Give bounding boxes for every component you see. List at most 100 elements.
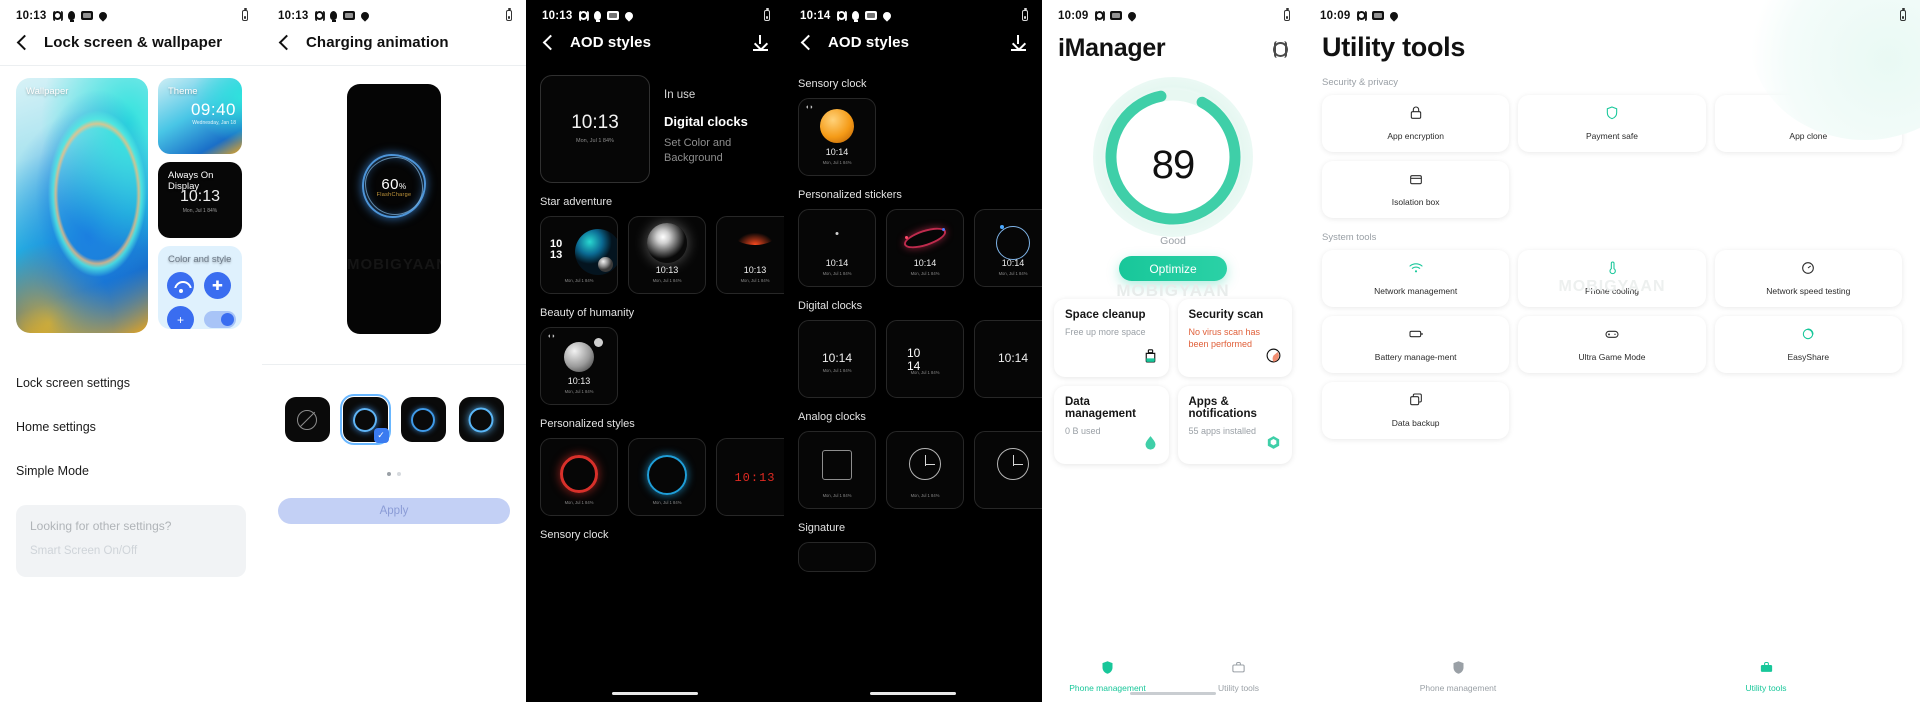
tool-label: Battery manage-ment bbox=[1374, 352, 1457, 363]
tool-ultra-game-mode[interactable]: Ultra Game Mode bbox=[1518, 316, 1706, 373]
sim-icon bbox=[607, 11, 620, 20]
row-home-settings[interactable]: Home settings bbox=[16, 405, 246, 449]
in-use-preview[interactable]: 10:13 Mon, Jul 1 84% bbox=[540, 75, 650, 183]
tile-date: Mon, Jul 1 84% bbox=[910, 370, 940, 375]
aod-tile[interactable]: Mon, Jul 1 84% bbox=[798, 431, 876, 509]
card-apps-notifications[interactable]: Apps & notifications 55 apps installed bbox=[1177, 386, 1292, 464]
bluetooth-icon[interactable]: ✚ bbox=[204, 272, 231, 299]
tool-easyshare[interactable]: EasyShare bbox=[1714, 316, 1902, 373]
card-data-management[interactable]: Data management 0 B used bbox=[1054, 386, 1169, 464]
card-subtitle: Free up more space bbox=[1065, 327, 1146, 337]
tool-payment-safe[interactable]: Payment safe bbox=[1518, 95, 1706, 152]
aod-tile[interactable]: 10:13 bbox=[716, 438, 784, 516]
aod-card[interactable]: Always On Display 10:13 Mon, Jul 1 84% bbox=[158, 162, 242, 238]
pin-icon bbox=[97, 9, 110, 22]
tool-network-speed-testing[interactable]: Network speed testing bbox=[1714, 250, 1902, 307]
back-icon[interactable] bbox=[278, 34, 295, 51]
status-bar: 10:13 bbox=[0, 0, 262, 24]
color-style-label: Color and style bbox=[168, 254, 232, 265]
search-suggestion[interactable]: Smart Screen On/Off bbox=[30, 545, 232, 557]
thumb-ripple-ring[interactable]: ✓ bbox=[339, 394, 391, 445]
back-icon[interactable] bbox=[542, 34, 559, 51]
plus-icon[interactable]: + bbox=[167, 306, 194, 329]
tab-utility-tools[interactable]: Utility tools bbox=[1173, 660, 1304, 693]
sim-icon bbox=[343, 11, 356, 20]
pin-icon bbox=[1126, 9, 1139, 22]
row-lock-screen-settings[interactable]: Lock screen settings bbox=[16, 361, 246, 405]
status-clock: 10:13 bbox=[16, 9, 47, 22]
search-suggestion-box[interactable]: Looking for other settings? Smart Screen… bbox=[16, 505, 246, 577]
tile-row: ◖◗ 10:14 Mon, Jul 1 84% bbox=[784, 98, 1042, 176]
aod-tile[interactable]: Mon, Jul 1 84% bbox=[886, 431, 964, 509]
in-use-description[interactable]: Set Color and Background bbox=[664, 136, 760, 166]
charge-percent: 60% bbox=[381, 176, 407, 193]
status-icons bbox=[1356, 9, 1401, 22]
aod-tile[interactable]: Mon, Jul 1 84% bbox=[628, 438, 706, 516]
tab-phone-management[interactable]: Phone management bbox=[1042, 660, 1173, 693]
card-security-scan[interactable]: Security scan No virus scan has been per… bbox=[1177, 299, 1292, 377]
page-dot[interactable] bbox=[387, 472, 391, 476]
sim-icon bbox=[865, 11, 878, 20]
back-icon[interactable] bbox=[16, 34, 33, 51]
wifi-icon[interactable] bbox=[167, 272, 194, 299]
tool-isolation-box[interactable]: Isolation box bbox=[1322, 161, 1510, 218]
thumb-circle-ring[interactable] bbox=[458, 397, 504, 442]
gear-icon[interactable] bbox=[1273, 41, 1288, 58]
aod-tile[interactable]: 10:14 Mon, Jul 1 84% bbox=[798, 209, 876, 287]
tool-label: App encryption bbox=[1387, 131, 1445, 142]
in-use-section: 10:13 Mon, Jul 1 84% In use Digital cloc… bbox=[526, 65, 784, 183]
card-space-cleanup[interactable]: Space cleanup Free up more space bbox=[1054, 299, 1169, 377]
charging-preview: 60% FlashCharge MOBIGYAAN bbox=[347, 84, 441, 334]
aod-tile[interactable]: Mon, Jul 1 84% bbox=[540, 438, 618, 516]
aod-tile[interactable]: 10:14 Mon, Jul 1 84% bbox=[974, 209, 1042, 287]
tile-date: Mon, Jul 1 84% bbox=[652, 500, 682, 505]
aod-tile[interactable]: 10:13 Mon, Jul 1 84% bbox=[716, 216, 784, 294]
status-clock: 10:09 bbox=[1320, 9, 1351, 22]
aod-tile[interactable]: 10 14 Mon, Jul 1 84% bbox=[886, 320, 964, 398]
color-and-style-card[interactable]: Color and style ✚ + bbox=[158, 246, 242, 329]
watermark: MOBIGYAAN bbox=[1558, 278, 1666, 295]
battery-icon bbox=[1900, 8, 1906, 21]
tab-label: Utility tools bbox=[1745, 682, 1787, 693]
aod-tile[interactable]: 10:14 bbox=[974, 320, 1042, 398]
panel-charging-animation: 10:13 Charging animation 60% FlashCharge… bbox=[262, 0, 526, 702]
shield-icon bbox=[1100, 660, 1115, 679]
sim-icon bbox=[1372, 11, 1385, 20]
search-input[interactable]: Looking for other settings? bbox=[30, 519, 232, 533]
wallpaper-card[interactable]: Wallpaper bbox=[16, 78, 148, 333]
toolbox-icon bbox=[1759, 661, 1774, 679]
lock-icon bbox=[1408, 105, 1424, 126]
right-card-column: Theme 09:40 Wednesday, Jan 18 Always On … bbox=[158, 78, 242, 333]
back-icon[interactable] bbox=[800, 34, 817, 51]
wallpaper-label: Wallpaper bbox=[26, 86, 69, 97]
toggle-switch[interactable] bbox=[204, 311, 236, 328]
page-dot[interactable] bbox=[397, 472, 401, 476]
theme-card[interactable]: Theme 09:40 Wednesday, Jan 18 bbox=[158, 78, 242, 154]
tool-data-backup[interactable]: Data backup bbox=[1322, 382, 1510, 439]
score-value: 89 bbox=[1151, 143, 1196, 187]
status-clock: 10:13 bbox=[278, 9, 309, 22]
shield-icon bbox=[1451, 660, 1466, 679]
tool-battery-management[interactable]: Battery manage-ment bbox=[1322, 316, 1510, 373]
aod-tile[interactable]: 10:13 Mon, Jul 1 84% bbox=[628, 216, 706, 294]
thumb-none[interactable] bbox=[284, 397, 330, 442]
download-icon[interactable] bbox=[753, 34, 768, 51]
tool-network-management[interactable]: Network management bbox=[1322, 250, 1510, 307]
thumb-glow-ring[interactable] bbox=[400, 397, 446, 442]
aod-tile[interactable] bbox=[798, 542, 876, 572]
tile-clock: 10:14 bbox=[997, 351, 1029, 365]
aod-tile[interactable] bbox=[974, 431, 1042, 509]
battery-icon bbox=[1284, 8, 1290, 21]
tab-phone-management[interactable]: Phone management bbox=[1304, 660, 1612, 693]
apply-button[interactable]: Apply bbox=[278, 498, 510, 524]
aod-tile[interactable]: ◖◗ 10:14 Mon, Jul 1 84% bbox=[798, 98, 876, 176]
download-icon[interactable] bbox=[1011, 34, 1026, 51]
row-simple-mode[interactable]: Simple Mode bbox=[16, 449, 246, 493]
tool-app-encryption[interactable]: App encryption bbox=[1322, 95, 1510, 152]
aod-tile[interactable]: 10:14 Mon, Jul 1 84% bbox=[798, 320, 876, 398]
aod-tile[interactable]: 10:14 Mon, Jul 1 84% bbox=[886, 209, 964, 287]
tab-utility-tools[interactable]: Utility tools bbox=[1612, 660, 1920, 693]
aod-tile[interactable]: ◖◗ 10:13 Mon, Jul 1 84% bbox=[540, 327, 618, 405]
aod-tile[interactable]: 10 13 Mon, Jul 1 84% bbox=[540, 216, 618, 294]
optimize-button[interactable]: Optimize bbox=[1119, 256, 1227, 281]
